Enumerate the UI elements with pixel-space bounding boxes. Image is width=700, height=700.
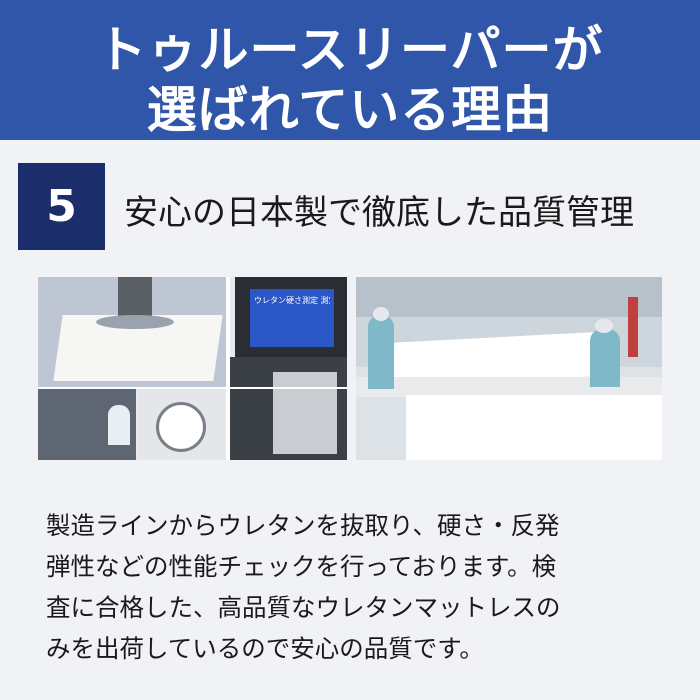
section-title: 安心の日本製で徹底した品質管理 <box>124 193 634 233</box>
description-line: 製造ラインからウレタンを抜取り、硬さ・反発 <box>46 511 560 540</box>
description-line: みを出荷しているので安心の品質です。 <box>46 634 484 663</box>
monitor-screen-text: ウレタン硬さ測定 測定結果 <box>254 296 330 305</box>
description-line: 査に合格した、高品質なウレタンマットレスの <box>46 593 561 622</box>
header-banner: トゥルースリーパーが 選ばれている理由 <box>0 0 700 140</box>
quality-testing-photo: ウレタン硬さ測定 測定結果 <box>38 277 347 460</box>
description-text: 製造ラインからウレタンを抜取り、硬さ・反発 弾性などの性能チェックを行っておりま… <box>46 505 666 669</box>
header-title-line2: 選ばれている理由 <box>146 81 554 139</box>
description-line: 弾性などの性能チェックを行っております。検 <box>46 552 557 581</box>
factory-line-photo <box>356 277 662 460</box>
section-number-badge: 5 <box>18 163 105 250</box>
